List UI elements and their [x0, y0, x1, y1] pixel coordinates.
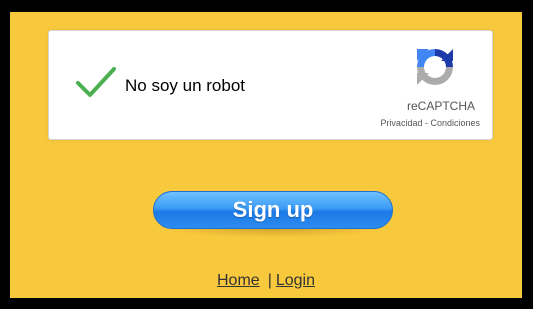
home-link[interactable]: Home	[217, 272, 260, 289]
terms-link[interactable]: Condiciones	[430, 118, 480, 128]
footer-links: Home | Login	[10, 272, 522, 290]
privacy-link[interactable]: Privacidad	[380, 118, 422, 128]
captcha-label: No soy un robot	[125, 76, 246, 95]
signup-button[interactable]: Sign up	[153, 191, 393, 229]
footer-separator: |	[267, 272, 272, 289]
signup-area: Sign up	[153, 191, 393, 238]
page-panel: No soy un robot reCAPTCHA Privacidad - C…	[10, 12, 522, 298]
login-link[interactable]: Login	[276, 272, 315, 289]
recaptcha-links: Privacidad - Condiciones	[380, 118, 480, 128]
recaptcha-widget: No soy un robot reCAPTCHA Privacidad - C…	[48, 30, 493, 140]
recaptcha-brand: reCAPTCHA	[406, 99, 475, 113]
checkmark-icon[interactable]	[75, 65, 117, 99]
recaptcha-logo-icon	[417, 49, 453, 85]
